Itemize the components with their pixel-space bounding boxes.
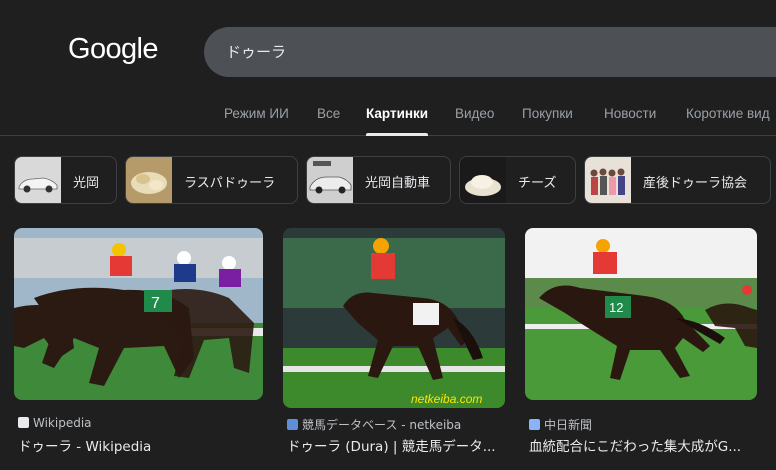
tab-all[interactable]: Все <box>317 106 340 121</box>
chunichi-favicon-icon <box>529 419 540 430</box>
result-source-name: 中日新聞 <box>544 418 593 432</box>
tab-shopping[interactable]: Покупки <box>522 106 573 121</box>
chip-label: 光岡自動車 <box>365 176 431 191</box>
chip-postpartum-doula-association[interactable]: 産後ドゥーラ協会 <box>584 156 771 204</box>
result-source-name: Wikipedia <box>33 416 92 430</box>
saddle-number: 12 <box>609 300 623 315</box>
chip-raspadura[interactable]: ラスパドゥーラ <box>125 156 298 204</box>
result-source[interactable]: Wikipedia <box>18 416 92 430</box>
car-thumbnail-icon <box>15 157 61 203</box>
search-input[interactable]: ドゥーラ <box>204 27 776 77</box>
result-title[interactable]: ドゥーラ (Dura) | 競走馬データ... <box>287 435 511 455</box>
chip-mitsuoka[interactable]: 光岡 <box>14 156 117 204</box>
chip-label: 産後ドゥーラ協会 <box>643 176 748 191</box>
car-thumbnail-icon <box>307 157 353 203</box>
chip-cheese[interactable]: チーズ <box>459 156 576 204</box>
tab-news[interactable]: Новости <box>604 106 656 121</box>
tab-ai-mode[interactable]: Режим ИИ <box>224 106 289 121</box>
google-logo[interactable]: Google <box>68 33 159 66</box>
result-source[interactable]: 中日新聞 <box>529 416 592 433</box>
horse-race-image[interactable]: 7 <box>14 228 263 400</box>
netkeiba-favicon-icon <box>287 419 298 430</box>
result-source-name: 競馬データベース - netkeiba <box>302 418 462 432</box>
image-watermark: netkeiba.com <box>411 392 482 406</box>
tab-short-videos[interactable]: Короткие вид <box>686 106 770 121</box>
chip-label: 光岡 <box>73 176 100 191</box>
horse-race-picture: 7 <box>14 228 263 400</box>
chip-label: ラスパドゥーラ <box>184 176 276 191</box>
wikipedia-favicon-icon <box>18 417 29 428</box>
result-title[interactable]: 血統配合にこだわった集大成がG... <box>529 435 769 455</box>
result-source[interactable]: 競馬データベース - netkeiba <box>287 416 461 433</box>
search-tabs: Режим ИИ Все Картинки Видео Покупки Ново… <box>0 96 776 136</box>
food-thumbnail-icon <box>126 157 172 203</box>
horse-race-picture: 12 <box>525 228 757 400</box>
horse-race-image[interactable]: netkeiba.com <box>283 228 505 408</box>
saddle-number: 7 <box>151 295 160 312</box>
tab-images[interactable]: Картинки <box>366 106 429 136</box>
chip-label: チーズ <box>518 176 557 191</box>
horse-race-picture: netkeiba.com <box>283 228 505 408</box>
search-query[interactable]: ドゥーラ <box>226 41 286 62</box>
result-title[interactable]: ドゥーラ - Wikipedia <box>18 435 268 455</box>
chip-mitsuoka-motor[interactable]: 光岡自動車 <box>306 156 451 204</box>
tab-videos[interactable]: Видео <box>455 106 494 121</box>
cheese-thumbnail-icon <box>460 157 506 203</box>
horse-race-image[interactable]: 12 <box>525 228 757 400</box>
group-photo-thumbnail-icon <box>585 157 631 203</box>
